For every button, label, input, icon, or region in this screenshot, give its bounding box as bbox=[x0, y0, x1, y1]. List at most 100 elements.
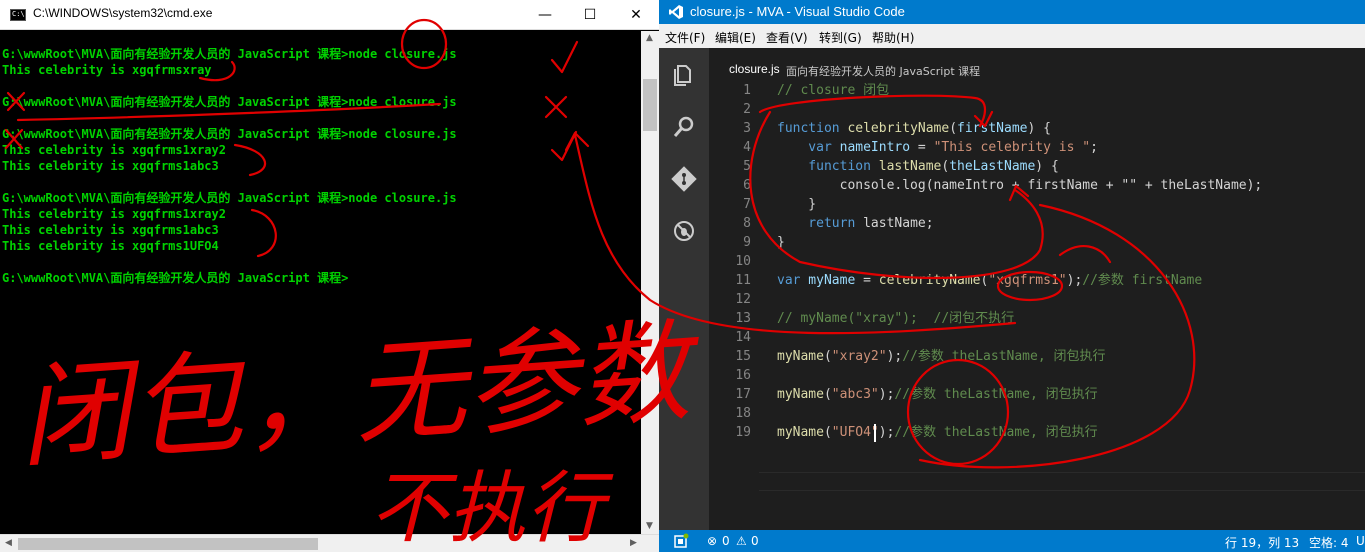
feedback-icon[interactable] bbox=[673, 533, 689, 549]
code-token: var bbox=[777, 140, 832, 155]
code-token: ); bbox=[878, 425, 895, 440]
scroll-right-icon[interactable]: ▶ bbox=[630, 538, 637, 548]
code-token: "xgqfrms1" bbox=[988, 273, 1067, 288]
cmd-line: This celebrity is xgqfrms1UFO4 bbox=[2, 239, 219, 253]
line-number: 4 bbox=[743, 140, 751, 155]
code-editor[interactable]: closure.js 面向有经验开发人员的 JavaScript 课程 1 2 … bbox=[709, 48, 1365, 530]
error-count[interactable]: 0 bbox=[722, 534, 730, 548]
code-token: ( bbox=[823, 425, 832, 440]
cmd-output[interactable]: G:\wwwRoot\MVA\面向有经验开发人员的 JavaScript 课程>… bbox=[0, 31, 641, 534]
line-number: 10 bbox=[735, 254, 751, 269]
code-token: lastName bbox=[870, 159, 942, 174]
code-line-1: // closure 闭包 bbox=[777, 83, 890, 98]
line-number: 13 bbox=[735, 311, 751, 326]
code-line-9: } bbox=[777, 235, 785, 250]
code-token: //参数 theLastName, 闭包执行 bbox=[894, 387, 1098, 402]
code-token: ); bbox=[1066, 273, 1083, 288]
cmd-line: G:\wwwRoot\MVA\面向有经验开发人员的 JavaScript 课程> bbox=[2, 271, 349, 285]
debug-icon[interactable] bbox=[669, 216, 699, 246]
menu-edit[interactable]: 编辑(E) bbox=[715, 29, 756, 46]
cmd-window-title: C:\WINDOWS\system32\cmd.exe bbox=[33, 6, 213, 20]
code-token: celebrityName bbox=[839, 121, 950, 136]
warning-count[interactable]: 0 bbox=[751, 534, 759, 548]
menu-file[interactable]: 文件(F) bbox=[665, 29, 705, 46]
line-number: 9 bbox=[743, 235, 751, 250]
warning-icon[interactable]: ⚠ bbox=[736, 534, 747, 548]
indentation-setting[interactable]: 空格: 4 bbox=[1309, 534, 1349, 551]
git-icon[interactable] bbox=[669, 164, 699, 194]
scrollbar-thumb[interactable] bbox=[643, 79, 657, 131]
menu-goto[interactable]: 转到(G) bbox=[819, 29, 862, 46]
line-number: 8 bbox=[743, 216, 751, 231]
cmd-line: G:\wwwRoot\MVA\面向有经验开发人员的 JavaScript 课程>… bbox=[2, 127, 457, 141]
line-number: 11 bbox=[735, 273, 751, 288]
code-line-4: var nameIntro = "This celebrity is "; bbox=[777, 138, 1098, 157]
horizontal-scrollbar[interactable]: ◀ ▶ bbox=[0, 534, 659, 552]
line-number: 12 bbox=[735, 292, 751, 307]
code-line-17: myName("abc3");//参数 theLastName, 闭包执行 bbox=[777, 385, 1098, 404]
code-token: myName bbox=[777, 425, 824, 440]
scroll-up-icon[interactable]: ▲ bbox=[646, 33, 653, 43]
code-token: "UFO4" bbox=[831, 425, 879, 440]
code-line-15: myName("xray2");//参数 theLastName, 闭包执行 bbox=[777, 347, 1105, 366]
terminal-icon bbox=[10, 9, 26, 21]
code-line-8: return lastName; bbox=[777, 214, 933, 233]
code-line-5: function lastName(theLastName) { bbox=[777, 157, 1059, 176]
menu-help[interactable]: 帮助(H) bbox=[872, 29, 914, 46]
code-token: //参数 theLastName, 闭包执行 bbox=[902, 349, 1106, 364]
cmd-line: This celebrity is xgqfrmsxray bbox=[2, 63, 212, 77]
error-icon[interactable]: ⊗ bbox=[707, 534, 717, 548]
minimize-button[interactable]: — bbox=[522, 0, 568, 30]
menu-view[interactable]: 查看(V) bbox=[766, 29, 808, 46]
code-token: ); bbox=[878, 387, 895, 402]
code-token: celebrityName bbox=[878, 273, 981, 288]
code-token: return bbox=[777, 216, 856, 231]
vscode-logo-icon bbox=[669, 5, 683, 19]
encoding-setting[interactable]: U bbox=[1356, 534, 1365, 548]
code-token: "abc3" bbox=[831, 387, 879, 402]
close-button[interactable]: ✕ bbox=[613, 0, 659, 30]
code-token: ) { bbox=[1035, 159, 1059, 174]
search-icon[interactable] bbox=[669, 112, 699, 142]
line-number: 5 bbox=[743, 159, 751, 174]
code-line-3: function celebrityName(firstName) { bbox=[777, 119, 1051, 138]
cursor-position[interactable]: 行 19，列 13 bbox=[1225, 534, 1299, 551]
vscode-titlebar[interactable]: closure.js - MVA - Visual Studio Code bbox=[659, 0, 1365, 24]
scroll-left-icon[interactable]: ◀ bbox=[5, 538, 12, 548]
current-line-highlight bbox=[759, 472, 1365, 491]
scroll-down-icon[interactable]: ▼ bbox=[646, 521, 653, 531]
line-number: 3 bbox=[743, 121, 751, 136]
vscode-window: closure.js - MVA - Visual Studio Code 文件… bbox=[659, 0, 1365, 552]
code-line-13: // myName("xray"); //闭包不执行 bbox=[777, 311, 1015, 326]
code-token: ( bbox=[949, 121, 958, 136]
cmd-titlebar[interactable]: C:\WINDOWS\system32\cmd.exe — ☐ ✕ bbox=[0, 0, 659, 30]
code-token: myName bbox=[777, 349, 824, 364]
vscode-window-title: closure.js - MVA - Visual Studio Code bbox=[690, 4, 905, 19]
code-token: ( bbox=[823, 349, 832, 364]
vertical-scrollbar[interactable]: ▲ ▼ bbox=[641, 31, 659, 534]
text-cursor bbox=[874, 424, 876, 442]
code-line-11: var myName = celebrityName("xgqfrms1");/… bbox=[777, 271, 1202, 290]
scrollbar-thumb[interactable] bbox=[18, 538, 318, 550]
line-number: 7 bbox=[743, 197, 751, 212]
cmd-line: G:\wwwRoot\MVA\面向有经验开发人员的 JavaScript 课程>… bbox=[2, 47, 457, 61]
line-number: 15 bbox=[735, 349, 751, 364]
maximize-button[interactable]: ☐ bbox=[567, 0, 613, 30]
explorer-icon[interactable] bbox=[669, 60, 699, 90]
line-number: 18 bbox=[735, 406, 751, 421]
line-number: 14 bbox=[735, 330, 751, 345]
code-token: firstName bbox=[957, 121, 1028, 136]
line-number: 2 bbox=[743, 102, 751, 117]
line-number: 17 bbox=[735, 387, 751, 402]
tab-file-name[interactable]: closure.js bbox=[729, 62, 780, 76]
code-token: function bbox=[777, 159, 871, 174]
cmd-line: This celebrity is xgqfrms1xray2 bbox=[2, 207, 226, 221]
line-number: 19 bbox=[735, 425, 751, 440]
status-bar: ⊗ 0 ⚠ 0 行 19，列 13 空格: 4 U bbox=[659, 530, 1365, 552]
code-token: "xray2" bbox=[831, 349, 887, 364]
code-token: //参数 firstName bbox=[1082, 273, 1203, 288]
code-token: nameIntro bbox=[831, 140, 911, 155]
tab-file-path: 面向有经验开发人员的 JavaScript 课程 bbox=[786, 65, 981, 78]
cmd-line: This celebrity is xgqfrms1abc3 bbox=[2, 223, 219, 237]
cmd-line: This celebrity is xgqfrms1abc3 bbox=[2, 159, 219, 173]
